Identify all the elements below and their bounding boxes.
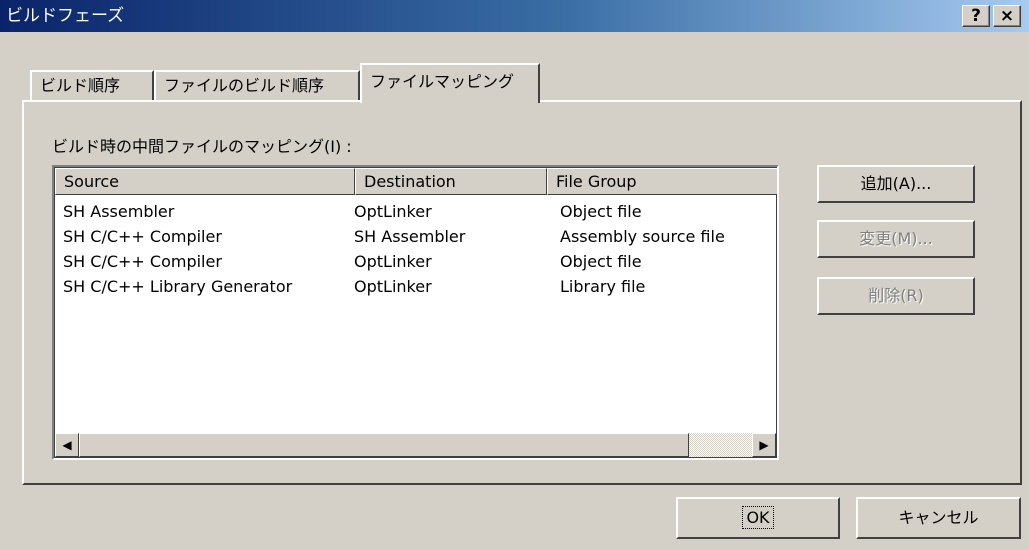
- column-header-source[interactable]: Source: [55, 168, 355, 195]
- cell-source: SH C/C++ Library Generator: [63, 277, 293, 296]
- cell-destination: OptLinker: [354, 252, 432, 271]
- edit-button[interactable]: 変更(M)...: [817, 220, 975, 258]
- scroll-left-button[interactable]: ◀: [55, 433, 79, 457]
- cell-destination: SH Assembler: [354, 227, 466, 246]
- cancel-button[interactable]: キャンセル: [856, 497, 1021, 539]
- cell-file-group: Object file: [560, 252, 642, 271]
- mapping-list-label: ビルド時の中間ファイルのマッピング(I) :: [52, 137, 352, 156]
- cell-destination: OptLinker: [354, 202, 432, 221]
- cell-source: SH C/C++ Compiler: [63, 227, 222, 246]
- horizontal-scrollbar[interactable]: ◀ ▶: [55, 433, 776, 457]
- column-header-destination[interactable]: Destination: [355, 168, 547, 195]
- ok-button[interactable]: OK: [676, 497, 840, 539]
- ok-button-label: OK: [742, 506, 774, 529]
- cell-file-group: Object file: [560, 202, 642, 221]
- scroll-right-button[interactable]: ▶: [752, 433, 776, 457]
- cell-destination: OptLinker: [354, 277, 432, 296]
- add-button[interactable]: 追加(A)...: [817, 165, 975, 203]
- delete-button[interactable]: 削除(R): [817, 277, 975, 315]
- column-header-file-group[interactable]: File Group: [547, 168, 777, 195]
- arrow-right-icon: ▶: [759, 438, 769, 452]
- mapping-listview[interactable]: Source Destination File Group SH Assembl…: [52, 165, 779, 460]
- close-button[interactable]: ×: [993, 5, 1021, 27]
- title-bar: ビルドフェーズ ? ×: [0, 0, 1029, 32]
- cell-source: SH C/C++ Compiler: [63, 252, 222, 271]
- tab-build-order[interactable]: ビルド順序: [30, 70, 154, 100]
- tab-file-mapping[interactable]: ファイルマッピング: [360, 63, 540, 103]
- list-header: Source Destination File Group: [55, 168, 777, 195]
- cell-source: SH Assembler: [63, 202, 175, 221]
- scroll-thumb[interactable]: [79, 433, 689, 457]
- help-button[interactable]: ?: [962, 5, 990, 27]
- cell-file-group: Library file: [560, 277, 646, 296]
- window-title: ビルドフェーズ: [6, 6, 125, 26]
- arrow-left-icon: ◀: [62, 438, 72, 452]
- tab-file-build-order[interactable]: ファイルのビルド順序: [154, 70, 360, 100]
- cell-file-group: Assembly source file: [560, 227, 725, 246]
